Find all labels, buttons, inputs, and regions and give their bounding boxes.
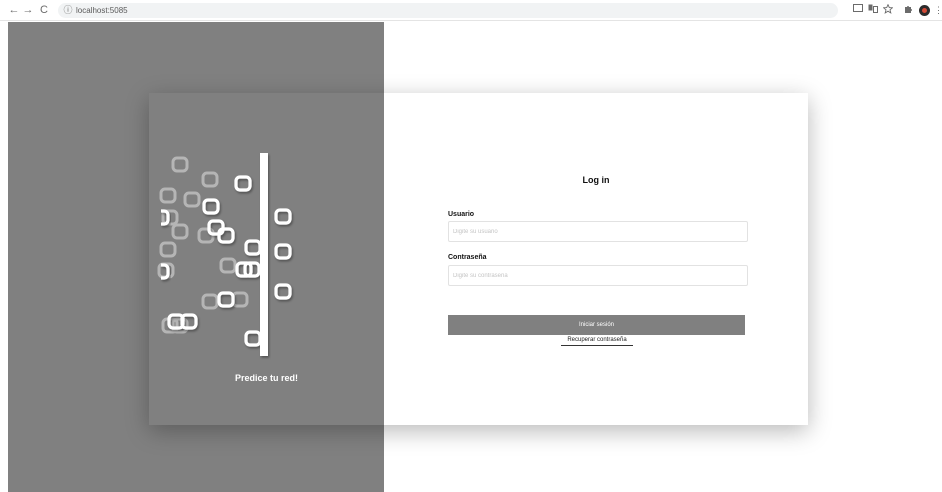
translate-icon[interactable] [867, 4, 879, 17]
back-icon[interactable]: ← [8, 3, 20, 17]
bookmark-star-icon[interactable] [882, 3, 894, 17]
browser-toolbar: ← → C ⓘ localhost:5085 ⋮ [0, 0, 942, 21]
username-label: Usuario [448, 211, 475, 218]
cast-icon[interactable] [852, 4, 864, 17]
reload-icon[interactable]: C [38, 3, 50, 17]
extensions-icon[interactable] [902, 4, 914, 17]
brand-panel: Predice tu red! [149, 93, 384, 425]
site-info-icon[interactable]: ⓘ [63, 4, 73, 16]
profile-avatar[interactable] [919, 5, 930, 16]
brand-tagline: Predice tu red! [234, 373, 299, 383]
password-input[interactable] [448, 265, 748, 286]
forward-icon[interactable]: → [22, 3, 34, 17]
username-input[interactable] [448, 221, 748, 242]
browser-menu-icon[interactable]: ⋮ [934, 4, 942, 17]
address-bar[interactable]: ⓘ localhost:5085 [58, 3, 838, 18]
recover-password-link[interactable]: Recuperar contraseña [561, 336, 633, 346]
page-content: Predice tu red! Log in Usuario Contraseñ… [0, 22, 942, 492]
password-label: Contraseña [448, 254, 487, 261]
login-title: Log in [582, 175, 610, 185]
url-text[interactable]: localhost:5085 [76, 4, 128, 17]
login-button[interactable]: Iniciar sesión [448, 315, 745, 335]
login-form: Log in Usuario Contraseña Iniciar sesión… [384, 93, 808, 425]
login-card: Predice tu red! Log in Usuario Contraseñ… [149, 93, 808, 425]
